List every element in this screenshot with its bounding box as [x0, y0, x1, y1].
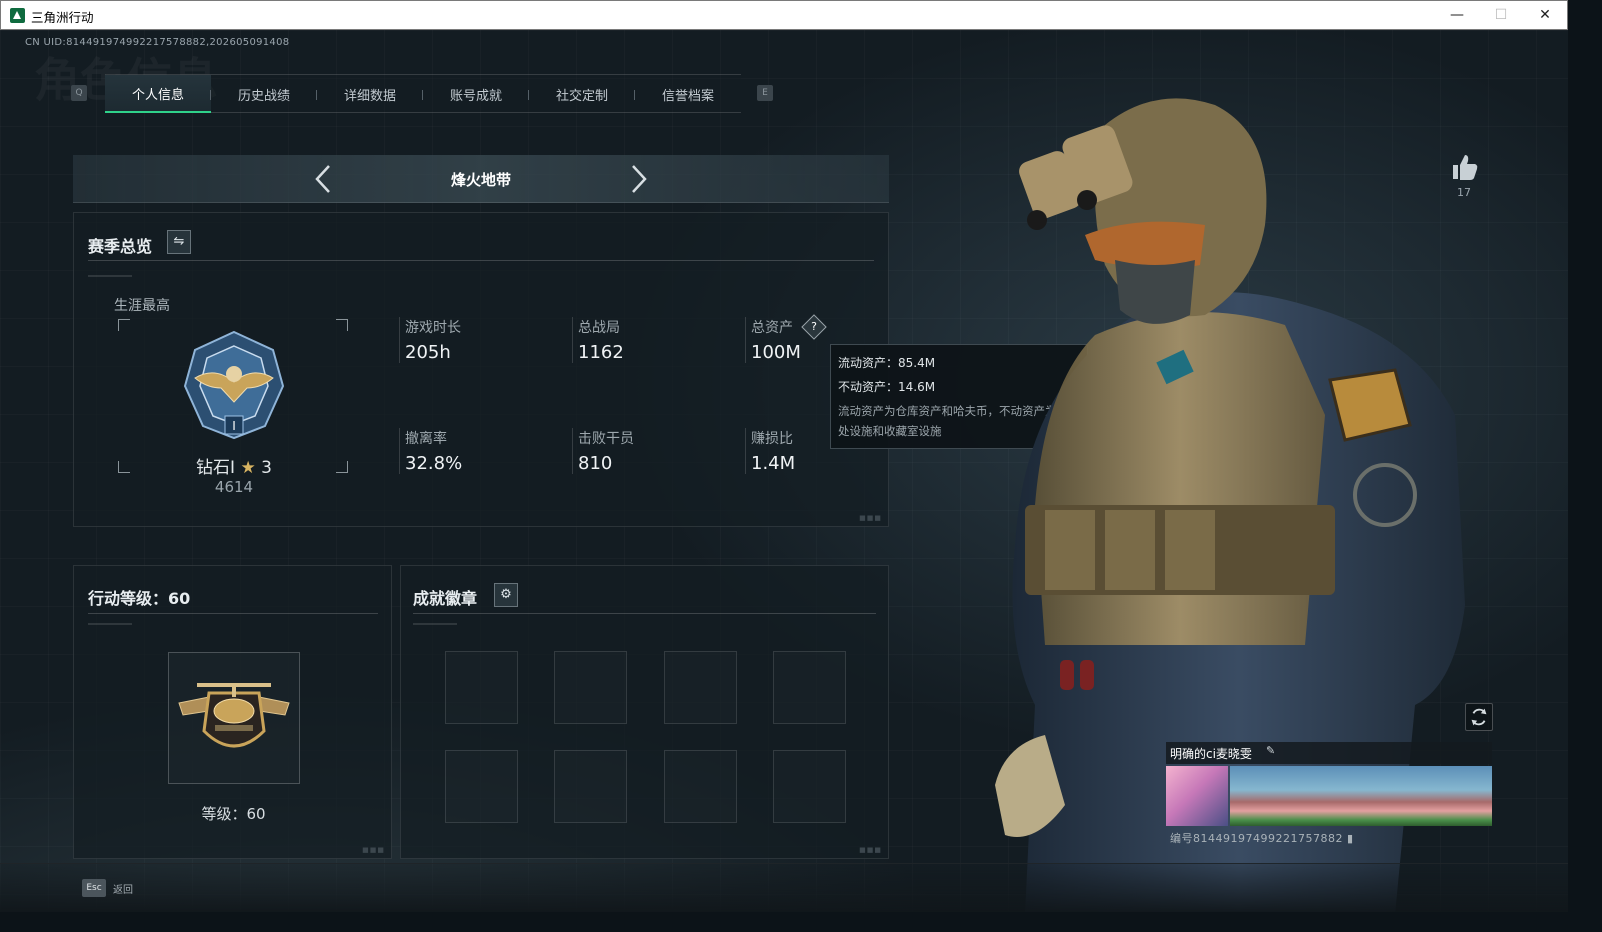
help-icon[interactable]: ?: [801, 314, 827, 340]
stat-label: 撤离率: [405, 431, 447, 447]
career-best-label: 生涯最高: [114, 298, 170, 314]
stat-value: 32.8%: [405, 453, 463, 474]
window-title: 三角洲行动: [31, 10, 94, 25]
tab-social-customization[interactable]: 社交定制: [529, 75, 635, 113]
stat-value: 1.4M: [751, 453, 796, 474]
stat-value: 100M: [751, 342, 801, 363]
stat-total-matches: 总战局 1162: [572, 317, 624, 363]
player-avatar[interactable]: [1166, 766, 1228, 826]
divider: [88, 613, 378, 614]
divider: [88, 623, 132, 625]
back-button[interactable]: 返回: [113, 881, 133, 896]
like-count: 17: [1457, 186, 1471, 199]
app-logo-icon: [10, 8, 25, 23]
minimize-button[interactable]: —: [1435, 1, 1479, 30]
decoration: ■■■: [362, 846, 385, 854]
badge-slot[interactable]: [664, 651, 737, 724]
badge-slot[interactable]: [664, 750, 737, 823]
level-value: 等级：60: [201, 805, 266, 823]
stat-operators-defeated: 击败干员 810: [572, 428, 634, 474]
esc-key-hint[interactable]: Esc: [82, 879, 106, 897]
rotate-view-icon[interactable]: [1465, 703, 1493, 731]
stat-profit-loss-ratio: 赚损比 1.4M: [745, 428, 795, 474]
rank-stars: 3: [261, 458, 272, 478]
achievement-badges-panel: 成就徽章 ⚙ ■■■: [400, 565, 889, 859]
badge-slot[interactable]: [773, 750, 846, 823]
uid-text: CN UID:814491974992217578882,20260509140…: [25, 37, 290, 48]
tab-next-key-hint[interactable]: E: [757, 85, 773, 101]
player-id: 编号81449197499221757882 ▮: [1170, 830, 1354, 846]
season-overview-panel: 赛季总览 ⇋ 生涯最高 I 钻石I ★ 3 4614 游戏时长 205h 总战局: [73, 212, 889, 527]
achievement-badges-title: 成就徽章: [413, 589, 478, 608]
rank-name: 钻石I ★ 3: [134, 453, 334, 478]
gear-icon[interactable]: ⚙: [494, 583, 518, 607]
stat-label: 总战局: [578, 320, 620, 336]
action-level-panel: 行动等级：60 等级：60 ■■■: [73, 565, 392, 859]
player-name: 明确的ci麦晓雯: [1170, 747, 1252, 761]
action-level-title: 行动等级：60: [88, 589, 191, 608]
chevron-right-icon[interactable]: [623, 163, 653, 195]
badge-slot[interactable]: [445, 750, 518, 823]
frame-corner: [336, 461, 348, 473]
divider: [413, 623, 457, 625]
player-id-text: 编号81449197499221757882: [1170, 832, 1343, 845]
svg-text:I: I: [232, 419, 236, 433]
game-viewport: 角色信息 CN UID:814491974992217578882,202605…: [0, 30, 1568, 912]
edit-icon[interactable]: ✎: [1266, 744, 1275, 757]
stat-label: 击败干员: [578, 431, 634, 447]
stat-value: 1162: [578, 342, 624, 363]
maximize-button[interactable]: ☐: [1479, 1, 1523, 30]
frame-corner: [118, 461, 130, 473]
diamond-rank-emblem-icon: I: [183, 330, 285, 440]
divider: [88, 260, 874, 261]
swap-icon[interactable]: ⇋: [167, 230, 191, 254]
badge-slot[interactable]: [773, 651, 846, 724]
player-card-header: 明确的ci麦晓雯 ✎: [1166, 742, 1492, 764]
stat-play-time: 游戏时长 205h: [399, 317, 461, 363]
stat-total-assets: 总资产 100M: [745, 317, 801, 363]
season-overview-title: 赛季总览: [88, 237, 153, 256]
star-icon: ★: [240, 458, 256, 478]
tab-personal-info[interactable]: 个人信息: [105, 75, 211, 113]
tab-credit-record[interactable]: 信誉档案: [635, 75, 741, 113]
frame-corner: [336, 319, 348, 331]
badge-slot[interactable]: [445, 651, 518, 724]
rank-score: 4614: [214, 478, 254, 496]
stat-value: 205h: [405, 342, 451, 363]
profile-tabs: 个人信息 历史战绩 详细数据 账号成就 社交定制 信誉档案: [105, 74, 741, 113]
helicopter-badge-icon: [178, 683, 290, 748]
badge-slot[interactable]: [554, 750, 627, 823]
frame-corner: [118, 319, 130, 331]
tab-account-achievements[interactable]: 账号成就: [423, 75, 529, 113]
tab-prev-key-hint[interactable]: Q: [71, 85, 87, 101]
stat-label: 总资产: [751, 320, 793, 336]
decoration: ■■■: [859, 846, 882, 854]
bottom-bar: [0, 863, 1568, 912]
stat-label: 游戏时长: [405, 320, 461, 336]
thumbs-up-icon[interactable]: [1449, 152, 1479, 182]
mode-title: 烽火地带: [450, 171, 511, 189]
badge-slot[interactable]: [554, 651, 627, 724]
close-button[interactable]: ✕: [1523, 1, 1567, 30]
mode-selector: 烽火地带: [73, 155, 889, 203]
level-badge-frame: [168, 652, 300, 784]
tab-match-history[interactable]: 历史战绩: [211, 75, 317, 113]
stat-label: 赚损比: [751, 431, 793, 447]
decoration: ■■■: [859, 514, 882, 522]
window-titlebar: 三角洲行动 — ☐ ✕: [0, 0, 1568, 30]
copy-icon[interactable]: ▮: [1347, 832, 1354, 845]
rank-tier: 钻石I: [196, 458, 236, 478]
divider: [413, 613, 876, 614]
player-card-banner[interactable]: [1230, 766, 1492, 826]
stat-extraction-rate: 撤离率 32.8%: [399, 428, 462, 474]
stat-value: 810: [578, 453, 613, 474]
tab-detailed-data[interactable]: 详细数据: [317, 75, 423, 113]
divider: [88, 275, 132, 277]
